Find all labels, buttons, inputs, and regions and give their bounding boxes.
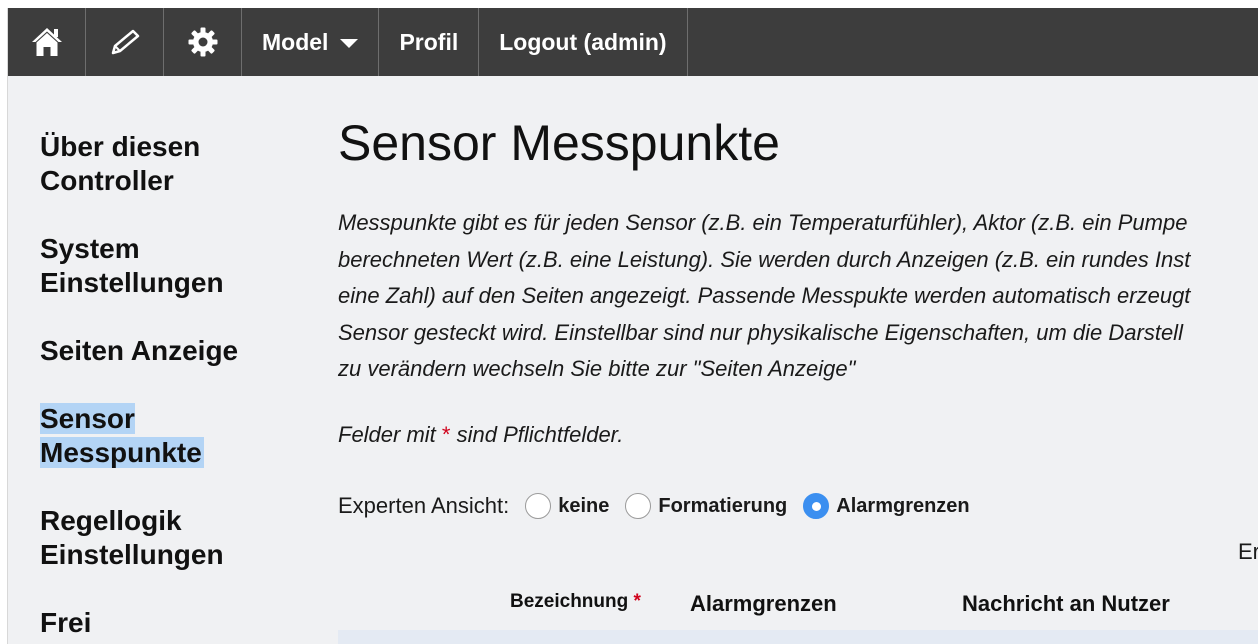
- expert-option-none[interactable]: keine: [525, 493, 609, 519]
- table-row: [338, 630, 1258, 644]
- home-icon: [31, 28, 62, 56]
- gear-icon: [188, 27, 217, 57]
- required-note-suffix: sind Pflichtfelder.: [450, 422, 624, 447]
- sidebar-item-label: System Einstellungen: [40, 233, 224, 298]
- home-button[interactable]: [8, 8, 86, 76]
- sidebar-item-label: Über diesen Controller: [40, 131, 201, 196]
- edit-button[interactable]: [86, 8, 164, 76]
- required-note-prefix: Felder mit: [338, 422, 442, 447]
- truncated-text: Er: [1238, 539, 1258, 564]
- required-fields-note: Felder mit * sind Pflichtfelder.: [338, 422, 623, 448]
- radio-none[interactable]: [525, 493, 552, 519]
- expert-option-alarm-limits[interactable]: Alarmgrenzen: [803, 493, 970, 519]
- page-title: Sensor Messpunkte: [338, 115, 780, 171]
- logout-label: Logout (admin): [499, 28, 667, 55]
- chevron-down-icon: [340, 38, 359, 48]
- sidebar-item-label: Seiten Anzeige: [40, 335, 239, 366]
- top-navigation-bar: Model Profil Logout (admin): [8, 8, 1258, 76]
- sidebar-item-label: Regellogik Einstellungen: [40, 505, 224, 570]
- column-header-label: Bezeichnung: [510, 591, 629, 612]
- sidebar-item-page-display[interactable]: Seiten Anzeige: [40, 334, 270, 368]
- pencil-icon: [111, 29, 139, 55]
- sidebar: Über diesen Controller System Einstellun…: [40, 130, 300, 644]
- logout-link[interactable]: Logout (admin): [479, 8, 688, 76]
- radio-alarm-limits[interactable]: [803, 493, 830, 519]
- expert-option-label: Formatierung: [658, 494, 788, 517]
- column-header-bezeichnung: Bezeichnung *: [510, 591, 641, 613]
- model-menu[interactable]: Model: [242, 8, 380, 76]
- model-menu-label: Model: [262, 28, 329, 55]
- profile-link[interactable]: Profil: [379, 8, 480, 76]
- settings-button[interactable]: [164, 8, 242, 76]
- sidebar-item-label: Frei: [40, 607, 92, 638]
- expert-view-label: Experten Ansicht:: [338, 493, 510, 518]
- column-header-nachricht: Nachricht an Nutzer: [962, 591, 1170, 616]
- profile-label: Profil: [399, 28, 459, 55]
- required-star: *: [633, 591, 641, 612]
- app-window: Model Profil Logout (admin) Über diesen …: [7, 8, 1258, 644]
- sidebar-item-system-settings[interactable]: System Einstellungen: [40, 232, 270, 300]
- sidebar-item-free[interactable]: Frei: [40, 606, 270, 640]
- sidebar-item-sensor-measurement-points[interactable]: Sensor Messpunkte: [40, 402, 270, 470]
- expert-option-label: Alarmgrenzen: [836, 494, 970, 517]
- sidebar-item-label: Sensor Messpunkte: [40, 403, 204, 468]
- expert-view-selector: Experten Ansicht: keine Formatierung Ala…: [338, 493, 970, 519]
- radio-formatting[interactable]: [625, 493, 652, 519]
- column-header-alarmgrenzen: Alarmgrenzen: [690, 591, 837, 616]
- page-description: Messpunkte gibt es für jeden Sensor (z.B…: [338, 210, 1191, 381]
- expert-option-formatting[interactable]: Formatierung: [625, 493, 787, 519]
- sidebar-item-control-logic-settings[interactable]: Regellogik Einstellungen: [40, 504, 270, 572]
- sidebar-item-about-controller[interactable]: Über diesen Controller: [40, 130, 270, 198]
- expert-option-label: keine: [558, 494, 610, 517]
